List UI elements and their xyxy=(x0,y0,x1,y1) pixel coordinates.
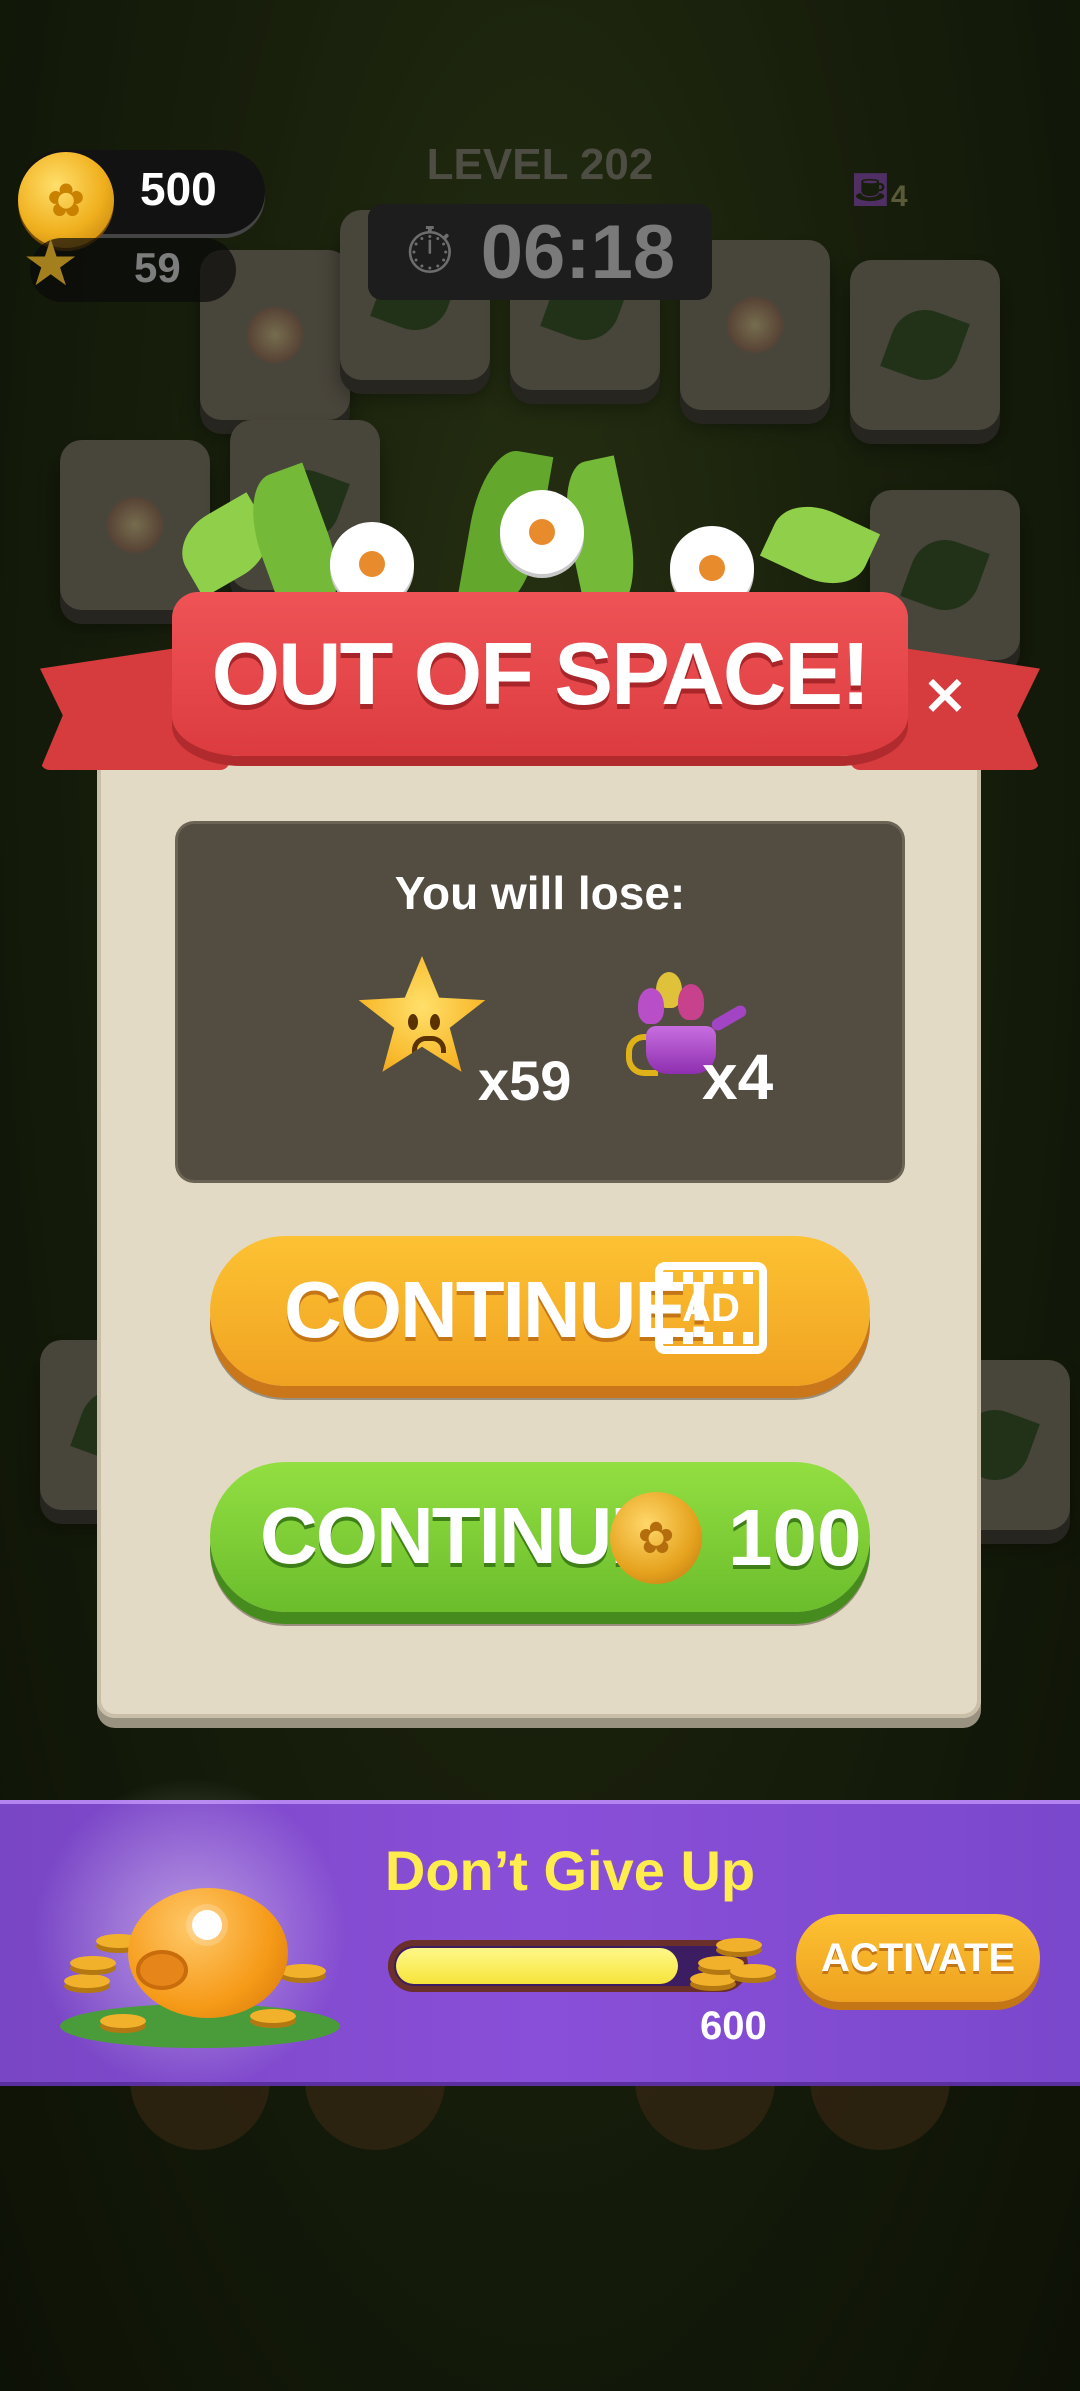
sad-star-icon xyxy=(358,956,486,1072)
ad-film-icon: AD xyxy=(655,1262,767,1354)
offer-progress-fill xyxy=(396,1948,678,1984)
dialog-title: OUT OF SPACE! xyxy=(211,624,871,723)
ad-badge-text: AD xyxy=(682,1286,740,1330)
continue-ad-label: CONTINUE! xyxy=(284,1265,712,1354)
coin-stack-icon xyxy=(690,1928,780,1998)
continue-ad-button[interactable]: CONTINUE! AD xyxy=(210,1236,870,1386)
piggy-bank-icon xyxy=(128,1888,288,2018)
offer-target: 600 xyxy=(700,2004,767,2048)
offer-title: Don’t Give Up xyxy=(384,1839,756,1902)
continue-coins-button[interactable]: CONTINUE! ✿ 100 xyxy=(210,1462,870,1612)
lose-stars-count: x59 xyxy=(478,1049,572,1112)
lose-watering-can-count: x4 xyxy=(702,1041,774,1113)
close-button[interactable]: × xyxy=(910,660,980,730)
level-title: LEVEL 202 xyxy=(426,140,654,189)
coin-icon: ✿ xyxy=(610,1492,702,1584)
star-icon: ★ xyxy=(22,227,80,301)
activate-button[interactable]: ACTIVATE xyxy=(796,1914,1040,2002)
lose-panel: You will lose: x59 x4 xyxy=(178,824,902,1180)
watering-can-count: 4 xyxy=(890,180,908,213)
watering-can-hud-icon: ⛾4 xyxy=(850,160,908,218)
piggy-bank-offer-banner[interactable]: Don’t Give Up 600 ACTIVATE xyxy=(0,1764,1080,2104)
title-ribbon: OUT OF SPACE! xyxy=(172,592,908,756)
star-amount: 59 xyxy=(134,244,181,291)
white-flower-icon xyxy=(500,490,584,574)
timer-value: 06:18 xyxy=(480,209,676,295)
stopwatch-icon: ⏱ xyxy=(404,215,455,289)
lose-title: You will lose: xyxy=(394,867,686,919)
continue-cost: 100 xyxy=(728,1493,862,1582)
timer: ⏱ 06:18 xyxy=(368,204,712,300)
